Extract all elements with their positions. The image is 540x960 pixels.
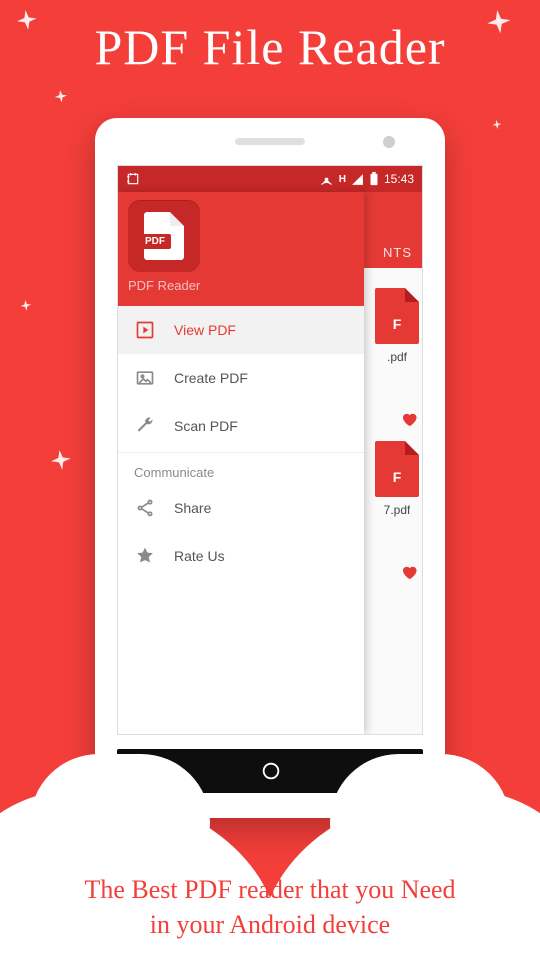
wrench-icon bbox=[134, 415, 156, 437]
nav-item-label: View PDF bbox=[174, 322, 236, 338]
image-icon bbox=[134, 367, 156, 389]
file-label: 7.pdf bbox=[384, 503, 411, 517]
drawer-section-label: Communicate bbox=[118, 452, 364, 484]
heart-icon[interactable] bbox=[392, 410, 422, 433]
nav-item-label: Rate Us bbox=[174, 548, 225, 564]
status-bar: H 15:43 bbox=[118, 166, 422, 192]
sparkle-icon bbox=[19, 299, 33, 313]
pdf-badge: PDF bbox=[139, 234, 171, 249]
star-icon bbox=[134, 545, 156, 567]
nav-item-label: Share bbox=[174, 500, 211, 516]
pdf-file-icon: F bbox=[375, 288, 419, 344]
sparkle-icon bbox=[53, 89, 69, 105]
nav-item-view-pdf[interactable]: View PDF bbox=[118, 306, 364, 354]
file-item[interactable]: F .pdf bbox=[372, 288, 422, 364]
tablet-frame: H 15:43 NTS F .pdf bbox=[95, 118, 445, 818]
signal-icon bbox=[351, 173, 364, 186]
battery-icon bbox=[369, 172, 379, 186]
poster-subtitle: The Best PDF reader that you Need in you… bbox=[0, 872, 540, 942]
file-label: .pdf bbox=[387, 350, 407, 364]
nav-item-label: Scan PDF bbox=[174, 418, 238, 434]
app-icon: PDF bbox=[128, 200, 200, 272]
pdf-file-icon: F bbox=[375, 441, 419, 497]
nav-item-rate-us[interactable]: Rate Us bbox=[118, 532, 364, 580]
drawer-nav-communicate: Share Rate Us bbox=[118, 484, 364, 580]
device-screen: H 15:43 NTS F .pdf bbox=[117, 165, 423, 735]
sparkle-icon bbox=[49, 449, 74, 474]
drawer-nav-primary: View PDF Create PDF Scan PDF bbox=[118, 306, 364, 450]
file-item[interactable]: F 7.pdf bbox=[372, 441, 422, 517]
clock-label: 15:43 bbox=[384, 172, 414, 186]
poster-title: PDF File Reader bbox=[0, 18, 540, 76]
nav-item-share[interactable]: Share bbox=[118, 484, 364, 532]
play-frame-icon bbox=[134, 319, 156, 341]
share-icon bbox=[134, 497, 156, 519]
nav-item-label: Create PDF bbox=[174, 370, 248, 386]
nav-item-create-pdf[interactable]: Create PDF bbox=[118, 354, 364, 402]
speaker-slit bbox=[235, 138, 305, 145]
home-button[interactable] bbox=[260, 760, 282, 782]
camera-dot bbox=[383, 136, 395, 148]
tab-partial-label[interactable]: NTS bbox=[383, 245, 412, 260]
promo-poster: PDF File Reader H bbox=[0, 0, 540, 960]
sparkle-icon bbox=[491, 119, 502, 130]
nav-item-scan-pdf[interactable]: Scan PDF bbox=[118, 402, 364, 450]
network-type-label: H bbox=[339, 174, 346, 185]
drawer-title: PDF Reader bbox=[128, 278, 354, 293]
heart-icon[interactable] bbox=[392, 563, 422, 586]
screenshot-icon bbox=[126, 172, 140, 186]
hotspot-icon bbox=[319, 172, 334, 187]
drawer-header: PDF PDF Reader bbox=[118, 192, 364, 306]
navigation-drawer: PDF PDF Reader View PDF bbox=[118, 192, 364, 734]
